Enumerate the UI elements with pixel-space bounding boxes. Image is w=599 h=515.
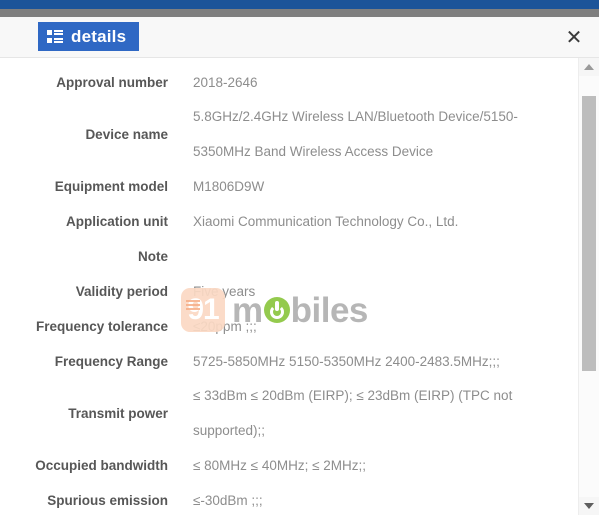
spec-value: 2018-2646 xyxy=(168,74,578,92)
dialog-header: details ✕ xyxy=(0,17,599,58)
spec-label: Frequency Range xyxy=(54,353,168,369)
spec-value-line: ≤-30dBm ;;; xyxy=(193,492,263,508)
spec-value-line: ≤ 80MHz ≤ 40MHz; ≤ 2MHz;; xyxy=(193,457,367,473)
scroll-up-arrow[interactable] xyxy=(579,58,599,76)
browser-top-bar xyxy=(0,0,599,9)
spec-row: Frequency tolerance ≤20ppm ;;; xyxy=(0,309,578,344)
spec-value: ≤ 33dBm ≤ 20dBm (EIRP); ≤ 23dBm (EIRP) (… xyxy=(168,387,578,439)
spec-value: 5725-5850MHz 5150-5350MHz 2400-2483.5MHz… xyxy=(168,353,578,371)
details-content: Approval number 2018-2646 Device name 5.8GH… xyxy=(0,58,578,515)
scroll-thumb[interactable] xyxy=(582,96,596,371)
spec-label: Transmit power xyxy=(68,405,168,421)
spec-value-line: M1806D9W xyxy=(193,178,265,194)
spec-value-line: Five years xyxy=(193,283,256,299)
spec-value-line: 5.8GHz/2.4GHz Wireless LAN/Bluetooth Dev… xyxy=(193,109,518,125)
spec-value: M1806D9W xyxy=(168,178,578,196)
spec-label: Approval number xyxy=(56,74,168,90)
spec-value: Xiaomi Communication Technology Co., Ltd… xyxy=(168,213,578,231)
spec-label: Device name xyxy=(85,126,168,142)
details-badge: details xyxy=(38,22,140,51)
spec-row: Spurious emission ≤-30dBm ;;; xyxy=(0,483,578,515)
list-details-icon xyxy=(47,29,63,44)
spec-label: Occupied bandwidth xyxy=(35,457,168,473)
spec-value-line: 5725-5850MHz 5150-5350MHz 2400-2483.5MHz… xyxy=(193,353,500,369)
spec-value-line: 2018-2646 xyxy=(193,74,258,90)
spec-value-line: ≤ 33dBm ≤ 20dBm (EIRP); ≤ 23dBm (EIRP) (… xyxy=(193,388,513,404)
spec-value: ≤-30dBm ;;; xyxy=(168,492,578,510)
spec-row: Frequency Range 5725-5850MHz 5150-5350MHz… xyxy=(0,344,578,379)
spec-row: Device name 5.8GHz/2.4GHz Wireless LAN/Bl… xyxy=(0,100,578,169)
scroll-down-arrow[interactable] xyxy=(579,497,599,515)
spec-value-line: ≤20ppm ;;; xyxy=(193,318,257,334)
spec-row: Occupied bandwidth ≤ 80MHz ≤ 40MHz; ≤ 2MH… xyxy=(0,448,578,483)
vertical-scrollbar[interactable] xyxy=(578,58,599,515)
spec-row: Approval number 2018-2646 xyxy=(0,65,578,100)
browser-secondary-bar xyxy=(0,9,599,17)
spec-value: 5.8GHz/2.4GHz Wireless LAN/Bluetooth Dev… xyxy=(168,108,578,160)
scrollbar-track[interactable] xyxy=(579,76,599,497)
spec-row: Transmit power ≤ 33dBm ≤ 20dBm (EIRP); ≤ … xyxy=(0,379,578,448)
spec-row: Equipment model M1806D9W xyxy=(0,169,578,204)
spec-value: Five years xyxy=(168,283,578,301)
spec-value: ≤ 80MHz ≤ 40MHz; ≤ 2MHz;; xyxy=(168,457,578,475)
spec-row: Note xyxy=(0,239,578,274)
spec-value: ≤20ppm ;;; xyxy=(168,318,578,336)
details-dialog: details ✕ Approval number 2018-2646 Device… xyxy=(0,0,599,515)
spec-row: Application unit Xiaomi Communication Tec… xyxy=(0,204,578,239)
spec-value-line: Xiaomi Communication Technology Co., Ltd… xyxy=(193,213,459,229)
spec-table: Approval number 2018-2646 Device name 5.8GH… xyxy=(0,58,578,515)
spec-value-line: supported);; xyxy=(193,423,266,438)
spec-label: Validity period xyxy=(75,283,168,299)
spec-label: Equipment model xyxy=(54,178,168,194)
spec-label: Note xyxy=(138,248,168,264)
spec-label: Application unit xyxy=(66,213,168,229)
spec-value-line: 5350MHz Band Wireless Access Device xyxy=(193,144,434,159)
spec-label: Frequency tolerance xyxy=(35,318,168,334)
close-icon[interactable]: ✕ xyxy=(561,25,587,51)
spec-row: Validity period Five years xyxy=(0,274,578,309)
spec-label: Spurious emission xyxy=(47,492,168,508)
details-badge-label: details xyxy=(71,27,127,46)
